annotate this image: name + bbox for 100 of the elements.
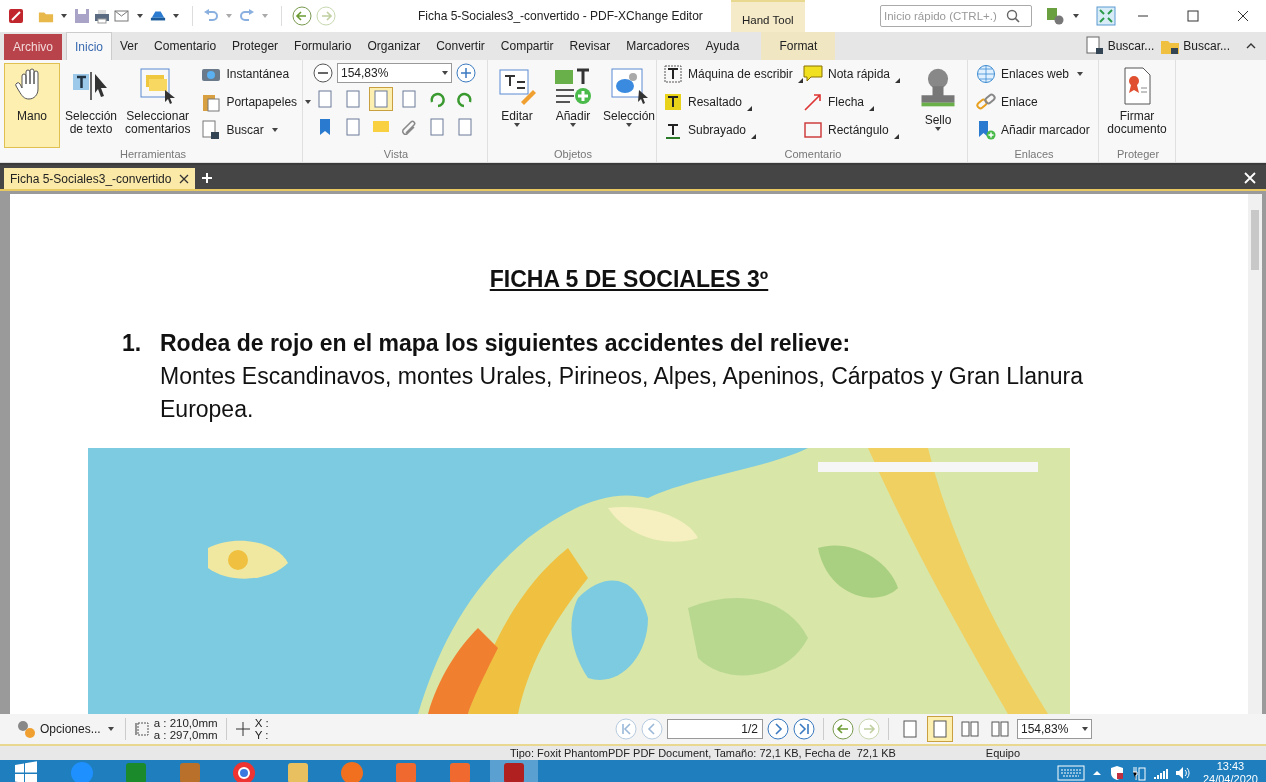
forward-icon[interactable] — [316, 6, 336, 26]
ribbon-button[interactable]: Añadir — [546, 63, 600, 148]
ribbon-button[interactable]: Nota rápida — [803, 63, 901, 85]
battery-icon[interactable] — [1130, 765, 1147, 781]
ribbon-button[interactable]: Editar — [490, 63, 544, 148]
group-label: Vista — [382, 148, 410, 162]
redo-icon[interactable] — [239, 8, 255, 24]
location-label: Equipo — [985, 747, 1021, 759]
menu-tab[interactable]: Formulario — [286, 32, 360, 60]
menu-tab[interactable]: Proteger — [224, 32, 287, 60]
fullscreen-icon[interactable] — [1096, 6, 1116, 26]
caret-icon — [626, 123, 632, 127]
save-icon[interactable] — [74, 8, 90, 24]
corner-caret-icon — [895, 78, 901, 83]
cursor-x: X : — [254, 717, 269, 729]
caret-icon — [935, 127, 941, 131]
caret-icon[interactable] — [1073, 14, 1079, 18]
ribbon-button[interactable]: Sello — [909, 63, 967, 148]
ribbon-button[interactable]: Subrayado — [663, 119, 803, 141]
ribbon-button[interactable]: Flecha — [803, 91, 901, 113]
menu-tab[interactable]: Compartir — [492, 32, 562, 60]
chain-link-icon — [976, 92, 996, 112]
print-icon[interactable] — [94, 8, 110, 24]
forward-icon[interactable] — [858, 718, 880, 740]
caret-icon[interactable] — [61, 14, 67, 18]
ribbon-button[interactable]: Selección de texto — [62, 63, 121, 148]
ribbon-button[interactable]: Máquina de escribir — [663, 63, 803, 85]
page-width: a : 210,0mm — [153, 717, 218, 729]
menu-tab[interactable]: Ver — [112, 32, 147, 60]
find-button[interactable]: Buscar... — [1160, 32, 1230, 60]
ribbon-button[interactable]: Buscar — [201, 119, 315, 141]
question-number: 1. — [122, 329, 143, 358]
menu-tab[interactable]: Organizar — [359, 32, 429, 60]
document-heading: FICHA 5 DE SOCIALES 3º — [488, 266, 770, 293]
menu-tab[interactable]: Inicio — [66, 32, 113, 60]
group-label: Objetos — [553, 148, 593, 162]
ribbon-button[interactable]: Resaltado — [663, 91, 803, 113]
new-tab-icon[interactable] — [201, 172, 214, 184]
context-tab-title: Hand Tool — [730, 0, 805, 32]
options-button[interactable]: Opciones... — [16, 719, 117, 739]
first-page-icon[interactable] — [615, 718, 637, 740]
ribbon-button[interactable]: Rectángulo — [803, 119, 901, 141]
undo-icon[interactable] — [203, 8, 219, 24]
ribbon-button[interactable]: Mano — [4, 63, 60, 148]
page-height: a : 297,0mm — [153, 729, 218, 741]
file-menu-tab[interactable]: Archivo — [4, 34, 62, 60]
next-page-icon[interactable] — [767, 718, 789, 740]
ribbon-button[interactable]: Portapapeles — [201, 91, 315, 113]
continuous-page-icon[interactable] — [927, 716, 953, 742]
previous-page-icon[interactable] — [641, 718, 663, 740]
menu-tab[interactable]: Comentario — [146, 32, 225, 60]
find-button[interactable]: Buscar... — [1084, 32, 1155, 60]
vertical-scrollbar[interactable] — [1248, 194, 1262, 714]
zoom-dropdown[interactable]: 154,83% — [337, 63, 452, 83]
menu-tab[interactable]: Marcadores — [618, 32, 698, 60]
bookmark-add-icon — [976, 120, 996, 140]
volume-icon[interactable] — [1174, 765, 1191, 781]
ribbon-button[interactable]: Añadir marcador — [976, 119, 1090, 141]
caret-icon[interactable] — [137, 14, 143, 18]
ribbon-button[interactable]: Enlaces web — [976, 63, 1090, 85]
group-label: Enlaces — [1013, 148, 1055, 162]
file-info-text: Tipo: Foxit PhantomPDF PDF Document, Tamaño: 72,1 KB, Fecha de — [510, 747, 851, 759]
select-object-icon — [609, 66, 649, 106]
zoom-out-icon[interactable] — [313, 63, 333, 83]
highlight-icon — [663, 92, 683, 112]
email-icon[interactable] — [114, 8, 130, 24]
caret-icon — [1077, 72, 1084, 76]
page-number-field[interactable]: 1/2 — [667, 719, 763, 739]
fit-width-icon[interactable] — [369, 87, 393, 111]
shield-icon[interactable] — [1108, 765, 1125, 781]
ribbon-button[interactable]: Selección — [602, 63, 656, 148]
pdf-editor-icon[interactable] — [490, 760, 538, 782]
menu-tab[interactable]: Convertir — [428, 32, 493, 60]
caret-icon[interactable] — [173, 14, 179, 18]
app-logo-icon[interactable] — [8, 8, 24, 24]
page-size-icon — [133, 721, 150, 737]
ribbon-button[interactable]: Seleccionar comentarios — [122, 63, 194, 148]
context-menu-tab[interactable]: Format — [761, 32, 836, 60]
arrow-icon — [803, 92, 823, 112]
edit-text-icon — [497, 66, 537, 106]
back-icon[interactable] — [832, 718, 854, 740]
caret-icon — [442, 71, 448, 75]
document-search-icon — [1084, 36, 1105, 56]
menu-tab[interactable]: Ayuda — [697, 32, 748, 60]
ribbon-button[interactable]: Instantánea — [201, 63, 315, 85]
menu-tab[interactable]: Revisar — [561, 32, 619, 60]
corner-caret-icon — [869, 106, 875, 111]
last-page-icon[interactable] — [793, 718, 815, 740]
zoom-dropdown[interactable]: 154,83% — [1017, 719, 1092, 739]
zoom-in-icon[interactable] — [456, 63, 476, 83]
ribbon-button[interactable]: Firmar documento — [1101, 63, 1173, 148]
cursor-y: Y : — [254, 729, 269, 741]
caret-icon — [305, 100, 312, 104]
quick-search-field[interactable]: Inicio rápido (CTRL+.) — [880, 5, 1032, 27]
close-icon[interactable] — [179, 173, 190, 184]
document-tab[interactable]: Ficha 5-Sociales3_-convertido — [4, 168, 196, 189]
keyboard-icon[interactable] — [1056, 765, 1085, 781]
ribbon-button[interactable]: Enlace — [976, 91, 1090, 113]
back-icon[interactable] — [292, 6, 312, 26]
search-icon — [1006, 9, 1020, 23]
